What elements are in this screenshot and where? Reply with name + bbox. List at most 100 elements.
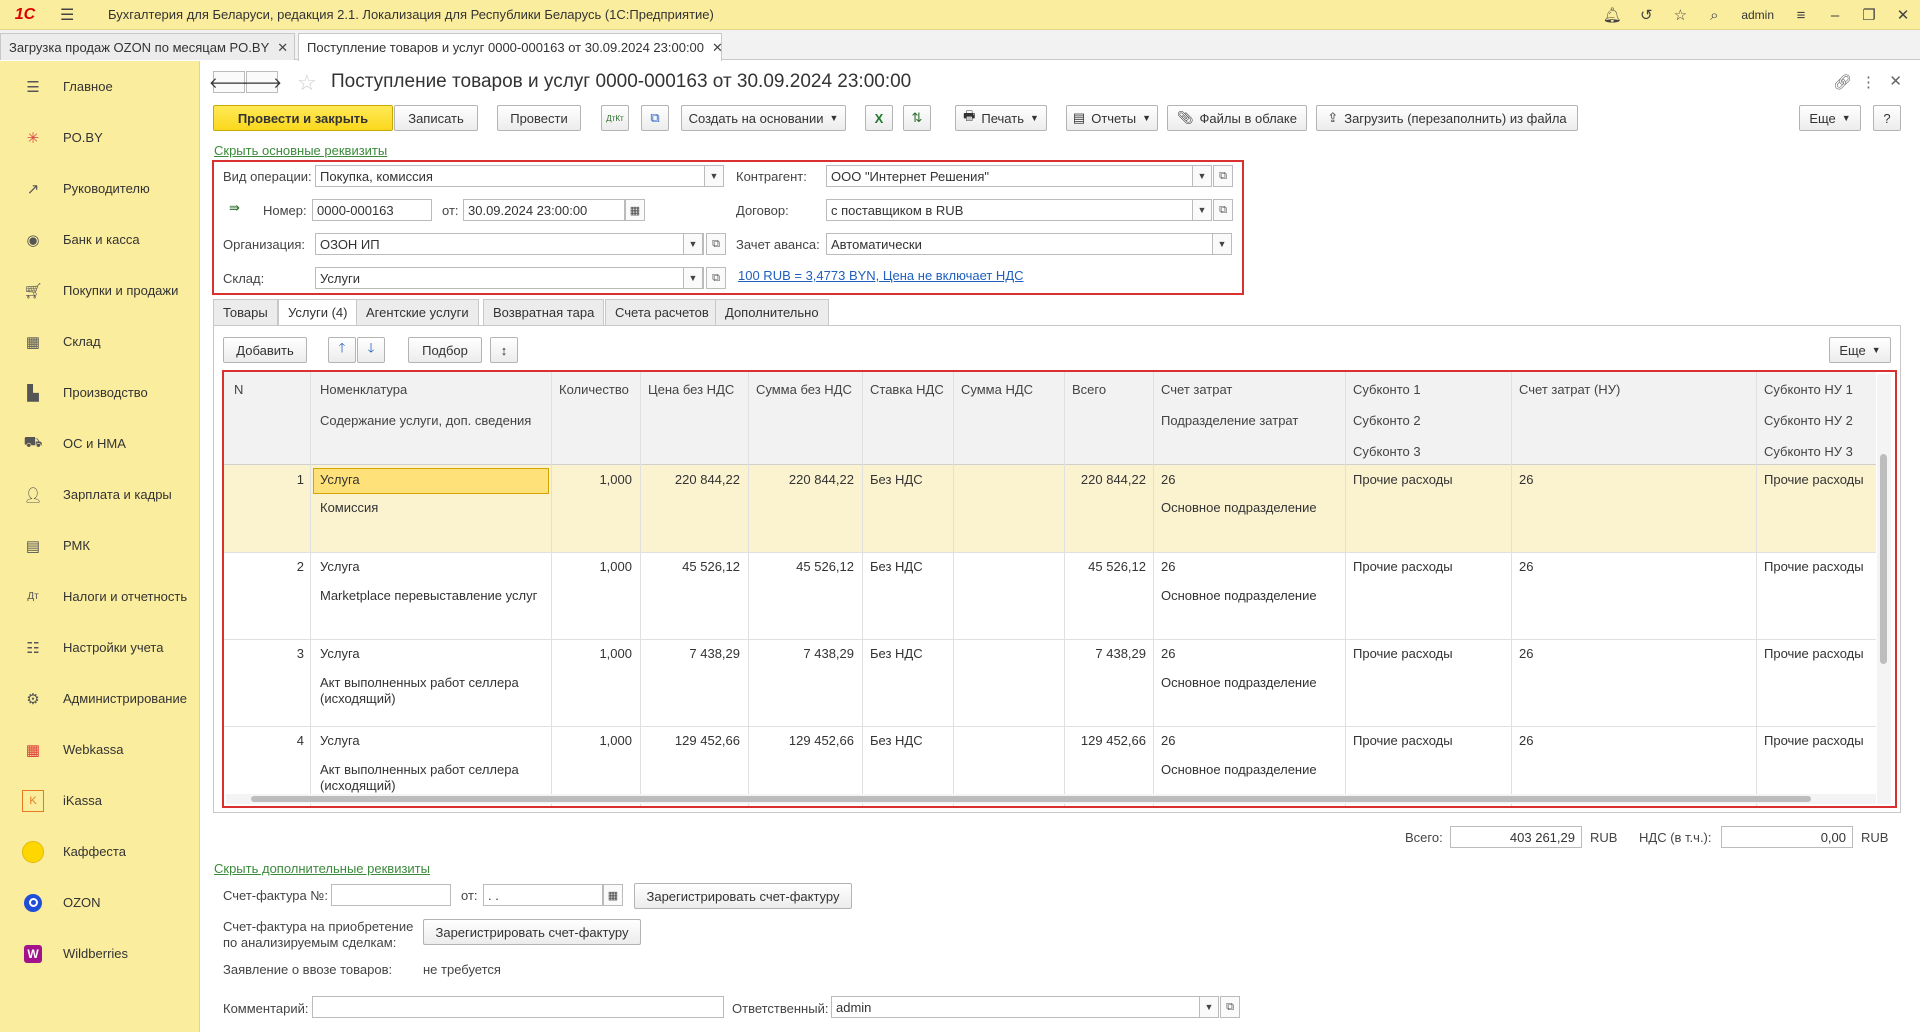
col-header-vat-sum[interactable]: Сумма НДС xyxy=(961,382,1033,397)
cell-cost-account-nu[interactable]: 26 xyxy=(1519,733,1533,748)
sidebar-item-assets[interactable]: ⛟ ОС и НМА xyxy=(0,418,199,469)
tab-returnable-packaging[interactable]: Возвратная тара xyxy=(483,299,605,325)
sidebar-item-taxes[interactable]: Дт Налоги и отчетность xyxy=(0,571,199,622)
cell-total[interactable]: 45 526,12 xyxy=(1068,559,1146,574)
contract-field[interactable]: с поставщиком в RUB xyxy=(826,199,1196,221)
cell-price[interactable]: 45 526,12 xyxy=(644,559,740,574)
create-based-on-button[interactable]: Создать на основании ▼ xyxy=(681,105,846,131)
cell-cost-account-nu[interactable]: 26 xyxy=(1519,559,1533,574)
invoice-number-field[interactable] xyxy=(331,884,451,906)
cell-subconto-nu-1[interactable]: Прочие расходы xyxy=(1764,559,1864,574)
tab-receipt-document[interactable]: Поступление товаров и услуг 0000-000163 … xyxy=(298,33,723,61)
sidebar-item-rmk[interactable]: ▤ РМК xyxy=(0,520,199,571)
cell-vat-rate[interactable]: Без НДС xyxy=(870,646,923,661)
tab-agent-services[interactable]: Агентские услуги xyxy=(356,299,479,325)
post-and-close-button[interactable]: Провести и закрыть xyxy=(213,105,393,131)
col-header-subconto-1[interactable]: Субконто 1 xyxy=(1353,382,1421,397)
open-warehouse-icon[interactable]: ⧉ xyxy=(706,267,726,289)
tab-goods[interactable]: Товары xyxy=(213,299,278,325)
sidebar-item-poby[interactable]: ✳ PO.BY xyxy=(0,112,199,163)
cell-nomenclature[interactable]: Услуга xyxy=(320,733,360,748)
sidebar-item-salary[interactable]: 👤︎ Зарплата и кадры xyxy=(0,469,199,520)
cell-total[interactable]: 7 438,29 xyxy=(1068,646,1146,661)
horizontal-scrollbar[interactable] xyxy=(226,794,1876,804)
tab-services[interactable]: Услуги (4) xyxy=(278,299,358,326)
cell-subconto-1[interactable]: Прочие расходы xyxy=(1353,646,1453,661)
cell-department[interactable]: Основное подразделение xyxy=(1161,762,1317,777)
sidebar-item-production[interactable]: ▙ Производство xyxy=(0,367,199,418)
op-type-field[interactable]: Покупка, комиссия xyxy=(315,165,724,187)
print-button[interactable]: 🖶 Печать ▼ xyxy=(955,105,1047,131)
pick-button[interactable]: Подбор xyxy=(408,337,482,363)
cell-price[interactable]: 7 438,29 xyxy=(644,646,740,661)
cell-total[interactable]: 220 844,22 xyxy=(1068,472,1146,487)
register-invoice-acquisition-button[interactable]: Зарегистрировать счет-фактуру xyxy=(423,919,641,945)
table-more-button[interactable]: Еще ▼ xyxy=(1829,337,1891,363)
register-invoice-button[interactable]: Зарегистрировать счет-фактуру xyxy=(634,883,852,909)
invoice-date-field[interactable]: . . xyxy=(483,884,603,906)
help-button[interactable]: ? xyxy=(1873,105,1901,131)
move-up-icon[interactable]: 🡑 xyxy=(328,337,356,363)
col-header-nomenclature[interactable]: Номенклатура xyxy=(320,382,407,397)
current-user[interactable]: admin xyxy=(1741,8,1774,22)
cell-nomenclature[interactable]: Услуга xyxy=(320,646,360,661)
col-header-cost-account[interactable]: Счет затрат xyxy=(1161,382,1232,397)
excel-icon[interactable]: X xyxy=(865,105,893,131)
col-header-subconto-nu-3[interactable]: Субконто НУ 3 xyxy=(1764,444,1853,459)
chevron-down-icon[interactable]: ▼ xyxy=(1192,199,1212,221)
chevron-down-icon[interactable]: ▼ xyxy=(1192,165,1212,187)
load-from-file-button[interactable]: ⇪ Загрузить (перезаполнить) из файла xyxy=(1316,105,1578,131)
sidebar-item-main[interactable]: ☰ Главное xyxy=(0,61,199,112)
cell-price[interactable]: 220 844,22 xyxy=(644,472,740,487)
scrollbar-thumb[interactable] xyxy=(1880,454,1887,664)
tab-settlement-accounts[interactable]: Счета расчетов xyxy=(605,299,719,325)
cell-department[interactable]: Основное подразделение xyxy=(1161,500,1317,515)
cell-sum[interactable]: 7 438,29 xyxy=(754,646,854,661)
cell-qty[interactable]: 1,000 xyxy=(554,559,632,574)
cell-cost-account[interactable]: 26 xyxy=(1161,472,1175,487)
tab-ozon-sales[interactable]: Загрузка продаж OZON по месяцам PO.BY ✕ xyxy=(0,33,295,60)
cell-qty[interactable]: 1,000 xyxy=(554,646,632,661)
warehouse-field[interactable]: Услуги xyxy=(315,267,704,289)
counterparty-field[interactable]: ООО "Интернет Решения" xyxy=(826,165,1196,187)
open-counterparty-icon[interactable]: ⧉ xyxy=(1213,165,1233,187)
col-header-department[interactable]: Подразделение затрат xyxy=(1161,413,1298,428)
settings-menu-icon[interactable]: ≡ xyxy=(1784,7,1818,24)
dt-kt-icon[interactable]: ДтКт xyxy=(601,105,629,131)
col-header-price[interactable]: Цена без НДС xyxy=(648,382,734,397)
cell-qty[interactable]: 1,000 xyxy=(554,733,632,748)
cell-qty[interactable]: 1,000 xyxy=(554,472,632,487)
history-icon[interactable]: ↺ xyxy=(1629,6,1663,24)
col-header-subconto-nu-1[interactable]: Субконто НУ 1 xyxy=(1764,382,1853,397)
tab-additional[interactable]: Дополнительно xyxy=(715,299,829,325)
col-header-vat-rate[interactable]: Ставка НДС xyxy=(870,382,944,397)
col-header-cost-account-nu[interactable]: Счет затрат (НУ) xyxy=(1519,382,1620,397)
back-button[interactable]: 🡐 xyxy=(209,71,249,93)
bell-icon[interactable]: 🔔︎ xyxy=(1595,6,1629,24)
forward-button[interactable]: 🡒 xyxy=(242,71,282,93)
cell-content[interactable]: Акт выполненных работ селлера (исходящий… xyxy=(320,762,540,794)
sidebar-item-accounting-settings[interactable]: ☷ Настройки учета xyxy=(0,622,199,673)
number-field[interactable]: 0000-000163 xyxy=(312,199,432,221)
cell-total[interactable]: 129 452,66 xyxy=(1068,733,1146,748)
more-button[interactable]: Еще ▼ xyxy=(1799,105,1861,131)
cell-subconto-nu-1[interactable]: Прочие расходы xyxy=(1764,733,1864,748)
cell-cost-account[interactable]: 26 xyxy=(1161,646,1175,661)
currency-rate-link[interactable]: 100 RUB = 3,4773 BYN, Цена не включает Н… xyxy=(738,268,1024,283)
col-header-sum[interactable]: Сумма без НДС xyxy=(756,382,852,397)
cell-subconto-1[interactable]: Прочие расходы xyxy=(1353,559,1453,574)
save-button[interactable]: Записать xyxy=(394,105,478,131)
move-down-icon[interactable]: 🡓 xyxy=(357,337,385,363)
sidebar-item-ikassa[interactable]: KiKassa xyxy=(0,775,199,826)
scrollbar-thumb[interactable] xyxy=(251,796,1811,802)
post-button[interactable]: Провести xyxy=(497,105,581,131)
structure-icon[interactable]: ⧉ xyxy=(641,105,669,131)
open-org-icon[interactable]: ⧉ xyxy=(706,233,726,255)
chevron-down-icon[interactable]: ▼ xyxy=(704,165,724,187)
cell-sum[interactable]: 129 452,66 xyxy=(754,733,854,748)
cell-vat-rate[interactable]: Без НДС xyxy=(870,733,923,748)
cell-vat-rate[interactable]: Без НДС xyxy=(870,472,923,487)
reports-button[interactable]: ▤ Отчеты ▼ xyxy=(1066,105,1158,131)
cell-cost-account-nu[interactable]: 26 xyxy=(1519,472,1533,487)
col-header-subconto-3[interactable]: Субконто 3 xyxy=(1353,444,1421,459)
